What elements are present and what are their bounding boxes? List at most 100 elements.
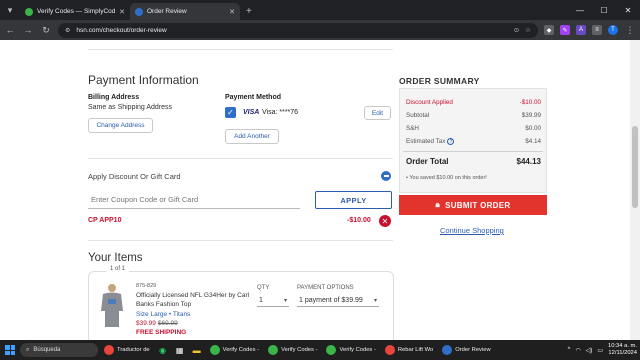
tab-search-icon[interactable]: ▾ (0, 0, 20, 20)
summary-label: Subtotal (406, 112, 430, 119)
summary-value: $4.14 (525, 138, 541, 145)
windows-start-icon[interactable] (3, 343, 17, 357)
change-address-button[interactable]: Change Address (88, 118, 153, 133)
summary-row-shipping: S&H $0.00 (406, 125, 541, 132)
calculator-icon[interactable]: ▦ (173, 343, 187, 357)
hsn-favicon-icon (135, 7, 143, 16)
clock-date: 12/11/2024 (608, 350, 637, 356)
order-total-row: Order Total $44.13 (406, 157, 541, 166)
window-controls: — ☐ ✕ (568, 0, 640, 20)
extension-pen-icon[interactable]: ✎ (560, 25, 570, 35)
page-scrollbar[interactable] (630, 40, 640, 340)
section-divider (88, 158, 393, 159)
add-another-button[interactable]: Add Another (225, 129, 279, 144)
payment-heading: Payment Information (88, 73, 199, 87)
taskbar-app-verify-3[interactable]: Verify Codes - (323, 342, 378, 358)
maximize-icon[interactable]: ☐ (592, 0, 616, 20)
search-icon: ⌕ (26, 346, 30, 353)
free-shipping-badge: FREE SHIPPING (136, 329, 187, 336)
checkout-page: Payment Information Billing Address Same… (0, 40, 630, 340)
tab-title: Order Review (147, 8, 187, 15)
chrome-icon (268, 345, 279, 355)
scrollbar-thumb[interactable] (632, 126, 638, 208)
coupon-input[interactable] (88, 191, 300, 209)
qty-select[interactable]: 1 ▾ (257, 294, 289, 307)
chrome-icon (209, 345, 220, 355)
payment-method-label: Payment Method (225, 94, 282, 101)
summary-value: -$10.00 (519, 99, 541, 106)
lock-icon: 🔒︎ (435, 200, 441, 209)
extension-menu-icon[interactable]: ≡ (592, 25, 602, 35)
tab-order-review[interactable]: Order Review ✕ (130, 3, 240, 20)
qty-value: 1 (259, 296, 263, 304)
close-tab-icon[interactable]: ✕ (119, 8, 125, 16)
system-tray: ^ ◠ ◁) ▭ 10:34 a. m. 12/11/2024 (568, 343, 637, 357)
site-info-icon[interactable]: ⚙ (65, 27, 70, 34)
items-heading: Your Items (88, 252, 143, 264)
wifi-icon[interactable]: ◠ (575, 347, 580, 354)
items-page-indicator: 1 of 1 (106, 266, 130, 272)
chevron-up-icon[interactable]: ^ (568, 347, 571, 353)
taskbar-app-verify-2[interactable]: Verify Codes - (265, 342, 320, 358)
summary-label: S&H (406, 125, 419, 132)
taskbar-app-label: Traductor de (117, 347, 150, 353)
browser-menu-icon[interactable]: ⋮ (624, 25, 636, 36)
extension-puzzle-icon[interactable]: ◆ (544, 25, 554, 35)
remove-coupon-icon[interactable]: ✕ (379, 215, 391, 227)
discount-label: Apply Discount Or Gift Card (88, 172, 181, 181)
chevron-down-icon: ▾ (373, 297, 377, 304)
order-total-label: Order Total (406, 157, 449, 166)
payment-options-select[interactable]: 1 payment of $39.99 ▾ (297, 294, 379, 307)
taskbar-app-translator[interactable]: Traductor de (101, 342, 153, 358)
taskbar-app-label: Verify Codes - (339, 347, 376, 353)
billing-address-value: Same as Shipping Address (88, 104, 173, 111)
submit-order-label: SUBMIT ORDER (445, 200, 511, 210)
collapse-discount-icon[interactable] (381, 171, 391, 181)
taskbar-app-label: Verify Codes - (222, 347, 260, 353)
clock-time: 10:34 a. m. (607, 343, 637, 349)
continue-shopping-link[interactable]: Continue Shopping (440, 226, 504, 235)
extension-a-icon[interactable]: A (576, 25, 586, 35)
volume-icon[interactable]: ◁) (586, 347, 593, 354)
windows-taskbar: ⌕ Búsqueda Traductor de ◉ ▦ ▬ Verify Cod… (0, 340, 640, 360)
browser-tab-bar: ▾ Verify Codes — SimplyCodes ✕ Order Rev… (0, 0, 640, 20)
profile-avatar[interactable]: T (608, 25, 618, 35)
bookmark-star-icon[interactable]: ☆ (525, 26, 531, 34)
back-icon[interactable]: ← (4, 25, 16, 35)
product-name[interactable]: Officially Licensed NFL G34Her by Carl B… (136, 292, 254, 309)
edit-card-button[interactable]: Edit (364, 106, 391, 120)
reload-icon[interactable]: ↻ (40, 25, 52, 36)
help-icon[interactable]: ? (447, 138, 455, 145)
extension-icon[interactable]: ⊙ (514, 26, 519, 34)
taskbar-app-rebar[interactable]: Rebar Lift Wo (382, 342, 436, 358)
minimize-icon[interactable]: — (568, 0, 592, 20)
original-price: $69.99 (157, 320, 178, 327)
system-clock[interactable]: 10:34 a. m. 12/11/2024 (608, 343, 637, 357)
close-window-icon[interactable]: ✕ (616, 0, 640, 20)
whatsapp-icon[interactable]: ◉ (156, 343, 170, 357)
visa-logo: VISA (243, 109, 260, 116)
taskbar-search-label: Búsqueda (33, 347, 61, 353)
close-tab-icon[interactable]: ✕ (229, 8, 235, 16)
payment-method-checkbox[interactable]: ✓ (225, 107, 236, 118)
file-explorer-icon[interactable]: ▬ (190, 343, 204, 357)
product-sku: 875-829 (136, 283, 157, 289)
product-size-color: Size Large • Titans (136, 311, 191, 318)
applied-coupon-code: CP APP10 (88, 217, 122, 224)
sale-price: $39.99 (136, 320, 156, 327)
submit-order-button[interactable]: 🔒︎ SUBMIT ORDER (399, 195, 547, 215)
savings-text: You saved $10.00 on this order! (409, 175, 487, 181)
tab-verify-codes[interactable]: Verify Codes — SimplyCodes ✕ (20, 3, 130, 20)
summary-label: Estimated Tax (406, 138, 446, 146)
product-image[interactable] (99, 283, 125, 328)
forward-icon[interactable]: → (22, 25, 34, 35)
apply-coupon-button[interactable]: APPLY (315, 191, 392, 209)
savings-note: • You saved $10.00 on this order! (406, 175, 487, 181)
taskbar-app-verify-1[interactable]: Verify Codes - (207, 342, 262, 358)
address-bar[interactable]: ⚙ hsn.com/checkout/order-review ⊙ ☆ (58, 22, 538, 38)
new-tab-button[interactable]: + (240, 3, 258, 20)
chrome-icon (384, 345, 395, 355)
battery-icon[interactable]: ▭ (597, 347, 603, 354)
taskbar-app-order-review[interactable]: Order Review (439, 342, 493, 358)
taskbar-search[interactable]: ⌕ Búsqueda (20, 343, 98, 357)
